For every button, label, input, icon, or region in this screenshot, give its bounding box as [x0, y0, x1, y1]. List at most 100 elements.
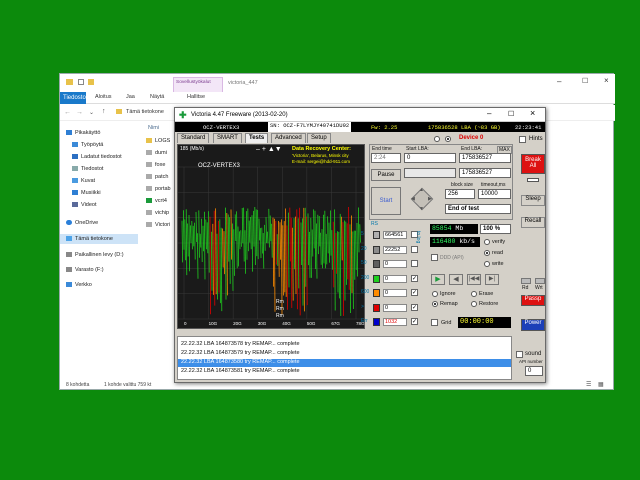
play-button[interactable]: ▶ [431, 274, 445, 285]
radio-restore[interactable] [471, 301, 477, 307]
nav-item-desktop[interactable]: Työpöytä [72, 142, 103, 148]
legend-checkbox[interactable]: ✓ [411, 318, 418, 325]
log-line[interactable]: 22.22.32 LBA 164873578 try REMAP... comp… [178, 341, 511, 349]
legend-swatch [373, 289, 380, 297]
minimize-icon[interactable]: – [557, 77, 561, 86]
block-size-select[interactable]: 256 [445, 189, 475, 199]
tab-advanced[interactable]: Advanced [271, 133, 306, 143]
nav-item-documents[interactable]: Tiedostot [72, 166, 103, 172]
end-time-field[interactable]: 2:24 [371, 153, 401, 163]
tab-standard[interactable]: Standard [177, 133, 210, 143]
nav-item-music[interactable]: Musiikki [72, 190, 101, 196]
legend-checkbox[interactable] [411, 245, 418, 253]
nav-item-storage-f[interactable]: Varasto (F:) [66, 267, 104, 273]
radio-erase[interactable] [471, 291, 477, 297]
tab-smart[interactable]: SMART [213, 133, 242, 143]
forward-icon[interactable]: → [76, 109, 83, 116]
chevron-down-icon[interactable]: ⌄ [89, 109, 94, 116]
radio-device[interactable] [434, 136, 440, 142]
arrow-left-icon[interactable]: ◀ [411, 196, 415, 202]
skip-end-button[interactable]: ▶| [485, 274, 499, 285]
log-line[interactable]: 22.22.32 LBA 164873579 try REMAP... comp… [178, 350, 511, 358]
recall-button[interactable]: Recall [521, 217, 545, 228]
tab-manage[interactable]: Hallitse [187, 94, 205, 100]
sleep-button[interactable]: Sleep [521, 195, 545, 206]
radio-device-selected[interactable] [445, 136, 451, 142]
end-lba-field[interactable]: 175836527 [459, 153, 511, 163]
list-item[interactable]: patch [146, 174, 168, 180]
power-button[interactable]: Power [521, 319, 545, 331]
end-of-test-select[interactable]: End of test [445, 204, 511, 214]
close-icon[interactable]: × [530, 108, 535, 118]
nav-item-this-pc[interactable]: Tämä tietokone [60, 234, 138, 244]
tab-setup[interactable]: Setup [307, 133, 331, 143]
start-lba-label: Start LBA: [406, 146, 429, 152]
speed-trace-segment [222, 228, 224, 268]
up-icon[interactable]: ↑ [102, 108, 106, 115]
back-icon[interactable]: ← [64, 109, 71, 116]
ddd-api-checkbox[interactable] [431, 254, 438, 261]
speed-value: 116480 [432, 238, 456, 245]
nav-item-onedrive[interactable]: OneDrive [66, 220, 98, 226]
nav-item-downloads[interactable]: Ladatut tiedostot [72, 154, 122, 160]
break-all-button[interactable]: Break All [521, 154, 545, 174]
tiles-view-icon[interactable]: ▦ [598, 381, 604, 388]
legend-checkbox[interactable]: ✓ [411, 303, 418, 311]
timeout-select[interactable]: 10000 [478, 189, 511, 199]
radio-verify[interactable] [484, 239, 490, 245]
close-icon[interactable]: × [604, 76, 609, 85]
list-item[interactable]: dumi [146, 150, 167, 156]
arrow-right-icon[interactable]: ▶ [428, 196, 432, 202]
current-lba-field[interactable]: 175836527 [459, 168, 511, 178]
download-icon [72, 154, 78, 160]
api-number-field[interactable]: 0 [525, 366, 543, 376]
radio-write[interactable] [484, 261, 490, 267]
sound-checkbox[interactable] [516, 351, 523, 358]
legend-checkbox[interactable] [411, 260, 418, 267]
legend-checkbox[interactable]: ✓ [411, 289, 418, 296]
radio-remap[interactable] [432, 301, 438, 307]
tab-view[interactable]: Näytä [150, 94, 164, 100]
log-line[interactable]: 22.22.32 LBA 164873581 try REMAP... comp… [178, 368, 511, 376]
tab-file[interactable]: Tiedosto [60, 92, 86, 104]
list-item[interactable]: vcrt4 [146, 198, 167, 204]
graph-zoom-controls[interactable]: – + ▲▼ [256, 146, 282, 153]
nav-item-quick-access[interactable]: Pikakäyttö [66, 130, 100, 136]
rewind-button[interactable]: ◀ [449, 274, 463, 285]
properties-icon[interactable] [78, 79, 84, 85]
radio-ignore[interactable] [432, 291, 438, 297]
legend-checkbox[interactable]: ✓ [411, 274, 418, 282]
arrow-up-icon[interactable]: ▲ [419, 187, 424, 193]
tab-home[interactable]: Aloitus [95, 94, 112, 100]
start-lba-field[interactable]: 0 [404, 153, 456, 163]
maximize-icon[interactable]: ☐ [508, 110, 514, 118]
breadcrumb[interactable]: Tämä tietokone [126, 109, 164, 115]
grid-checkbox[interactable] [431, 319, 438, 326]
tab-tests[interactable]: Tests [245, 133, 269, 143]
arrow-down-icon[interactable]: ▼ [419, 206, 424, 212]
list-item[interactable]: LOGS [146, 138, 170, 144]
list-item[interactable]: vichip [146, 210, 169, 216]
direction-pad[interactable]: ▲ ▼ ◀ ▶ [405, 182, 439, 216]
minimize-icon[interactable]: – [487, 109, 491, 118]
passp-button[interactable]: Passp [521, 295, 545, 306]
nav-item-pictures[interactable]: Kuvat [72, 178, 95, 184]
hints-checkbox[interactable] [519, 136, 526, 143]
column-header-name[interactable]: Nimi [148, 125, 159, 131]
log-line[interactable]: 22.22.32 LBA 164873580 try REMAP... comp… [178, 359, 511, 367]
skip-back-button[interactable]: |◀◀ [467, 274, 481, 285]
start-button[interactable]: Start [371, 187, 401, 215]
pause-button[interactable]: Pause [371, 169, 401, 181]
radio-read[interactable] [484, 250, 490, 256]
maximize-icon[interactable]: ☐ [582, 77, 588, 85]
list-item[interactable]: Victori [146, 222, 170, 228]
nav-item-local-disk-d[interactable]: Paikallinen levy (D:) [66, 252, 124, 258]
new-folder-icon[interactable] [88, 79, 94, 85]
nav-label: Ladatut tiedostot [81, 154, 122, 160]
tab-share[interactable]: Jaa [126, 94, 135, 100]
list-item[interactable]: portab [146, 186, 171, 192]
nav-item-videos[interactable]: Videot [72, 202, 97, 208]
nav-item-network[interactable]: Verkko [66, 282, 92, 288]
details-view-icon[interactable]: ☰ [586, 381, 591, 388]
list-item[interactable]: foxe [146, 162, 165, 168]
